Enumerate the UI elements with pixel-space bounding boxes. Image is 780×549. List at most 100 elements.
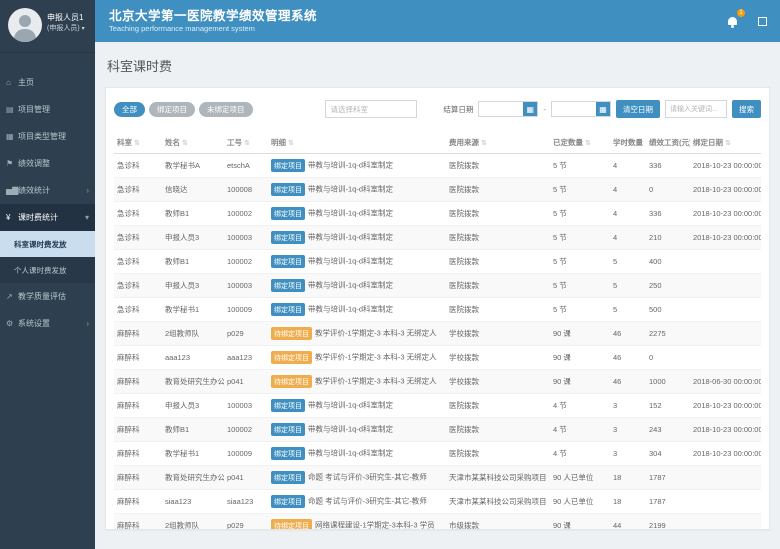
cell-class-hours: 46 [610,346,646,370]
column-header[interactable]: 工号⇅ [224,132,268,154]
column-header[interactable]: 科室⇅ [114,132,162,154]
date-end-input[interactable]: ▦ [551,101,611,117]
cell-binding-date [690,346,761,370]
sort-icon: ⇅ [481,140,487,147]
cell-employee-id: 100008 [224,178,268,202]
sidebar-item-project-type-mgmt[interactable]: ▦项目类型管理 [0,123,95,150]
clear-date-button[interactable]: 清空日期 [616,100,660,118]
sort-icon: ⇅ [182,140,188,147]
department-select[interactable] [325,100,417,118]
sidebar-item-quality-eval[interactable]: ↗教学质量评估 [0,283,95,310]
avatar-body [14,29,36,42]
cell-employee-id: 100002 [224,418,268,442]
cell-department: 急诊科 [114,178,162,202]
bound-project-button[interactable]: 绑定项目 [271,255,305,268]
cell-department: 麻醉科 [114,418,162,442]
cell-name: 2组教师队 [162,322,224,346]
cell-detail: 绑定项目带教与培训-1q-d科室制定 [268,394,446,418]
cell-confirmed-quantity: 4 节 [550,394,610,418]
column-header-label: 绑定日期 [693,138,723,147]
cell-name: 申报人员3 [162,226,224,250]
table-row: 麻醉科教育处研究生办公室Ap041绑定项目命题 考试与评价-3研究生-其它-教师… [114,466,761,490]
date-start-input[interactable]: ▦ [478,101,538,117]
bound-project-button[interactable]: 绑定项目 [271,207,305,220]
user-role-dropdown[interactable]: (申报人员) ▾ [47,24,85,35]
status-pill-group: 全部绑定项目未绑定项目 [114,102,253,117]
fee-table: 科室⇅姓名⇅工号⇅明细⇅费用来源⇅已定数量⇅学时数量⇅绩效工资(元)⇅绑定日期⇅… [114,132,761,530]
pending-project-button[interactable]: 待绑定项目 [271,375,312,388]
filter-pill-2[interactable]: 未绑定项目 [199,102,253,117]
column-header[interactable]: 姓名⇅ [162,132,224,154]
user-panel: 申报人员1 (申报人员) ▾ [0,0,95,53]
cell-name: 申报人员3 [162,394,224,418]
cell-detail: 待绑定项目教学评价-1学期定-3 本科-3 无绑定人 [268,370,446,394]
table-row: 急诊科教师B1100002绑定项目带教与培训-1q-d科室制定医院拨款5 节43… [114,202,761,226]
sidebar-item-perf-adjust[interactable]: ⚑绩效调整 [0,150,95,177]
cell-department: 麻醉科 [114,346,162,370]
cell-detail: 绑定项目带教与培训-1q-d科室制定 [268,298,446,322]
cell-fee-source: 天津市某某科技公司采购项目 [446,490,550,514]
column-header[interactable]: 费用来源⇅ [446,132,550,154]
column-header[interactable]: 明细⇅ [268,132,446,154]
detail-text: 命题 考试与评价-3研究生-其它-教师 [308,473,427,482]
cell-class-hours: 18 [610,490,646,514]
bell-icon [728,17,737,25]
chevron-right-icon: › [86,186,89,195]
pending-project-button[interactable]: 待绑定项目 [271,519,312,530]
column-header[interactable]: 绑定日期⇅ [690,132,761,154]
filter-pill-1[interactable]: 绑定项目 [149,102,195,117]
column-header[interactable]: 绩效工资(元)⇅ [646,132,690,154]
bound-project-button[interactable]: 绑定项目 [271,183,305,196]
cell-binding-date [690,514,761,531]
sidebar-subitem-dept-fee[interactable]: 科室课时费发放 [0,231,95,257]
sidebar-item-perf-stats[interactable]: ▅▇绩效统计› [0,177,95,204]
column-header[interactable]: 已定数量⇅ [550,132,610,154]
bound-project-button[interactable]: 绑定项目 [271,279,305,292]
cell-employee-id: p041 [224,370,268,394]
column-header-label: 学时数量 [613,138,643,147]
pending-project-button[interactable]: 待绑定项目 [271,327,312,340]
sidebar-item-project-mgmt[interactable]: ▤项目管理 [0,96,95,123]
cell-fee-source: 医院拨款 [446,226,550,250]
bound-project-button[interactable]: 绑定项目 [271,423,305,436]
bound-project-button[interactable]: 绑定项目 [271,399,305,412]
cell-confirmed-quantity: 5 节 [550,250,610,274]
cell-class-hours: 44 [610,514,646,531]
cell-fee-source: 学校拨款 [446,322,550,346]
cell-performance-pay: 336 [646,202,690,226]
brand: 北京大学第一医院教学绩效管理系统 Teaching performance ma… [109,8,724,35]
bound-project-button[interactable]: 绑定项目 [271,231,305,244]
bound-project-button[interactable]: 绑定项目 [271,447,305,460]
cell-employee-id: 100002 [224,250,268,274]
cell-name: 教师B1 [162,418,224,442]
cell-binding-date [690,322,761,346]
cell-name: 教育处研究生办公室A [162,466,224,490]
bound-project-button[interactable]: 绑定项目 [271,303,305,316]
sidebar-item-home[interactable]: ⌂主页 [0,69,95,96]
cell-fee-source: 市级拨款 [446,514,550,531]
cell-confirmed-quantity: 5 节 [550,226,610,250]
app-title: 北京大学第一医院教学绩效管理系统 [109,8,724,25]
bound-project-button[interactable]: 绑定项目 [271,495,305,508]
date-end-value [552,102,596,116]
column-header[interactable]: 学时数量⇅ [610,132,646,154]
pending-project-button[interactable]: 待绑定项目 [271,351,312,364]
detail-text: 带教与培训-1q-d科室制定 [308,425,393,434]
sidebar-subitem-personal-fee[interactable]: 个人课时费发放 [0,257,95,283]
cell-name: 教学秘书1 [162,442,224,466]
fullscreen-button[interactable] [754,13,770,29]
cell-employee-id: 100002 [224,202,268,226]
detail-text: 带教与培训-1q-d科室制定 [308,257,393,266]
bound-project-button[interactable]: 绑定项目 [271,471,305,484]
cell-name: 教育处研究生办公室A [162,370,224,394]
sidebar-item-fee-stats[interactable]: ¥课时费统计▾ [0,204,95,231]
table-row: 麻醉科2组教师队p029待绑定项目网络课程建设-1学期定-3本科-3 学员市级拨… [114,514,761,531]
search-button[interactable]: 搜索 [732,100,761,118]
bound-project-button[interactable]: 绑定项目 [271,159,305,172]
cell-binding-date [690,274,761,298]
filter-pill-0[interactable]: 全部 [114,102,145,117]
keyword-input[interactable] [665,100,727,118]
home-icon: ⌂ [6,78,18,87]
sidebar-item-system-settings[interactable]: ⚙系统设置› [0,310,95,337]
notifications-button[interactable]: 1 [724,13,740,29]
